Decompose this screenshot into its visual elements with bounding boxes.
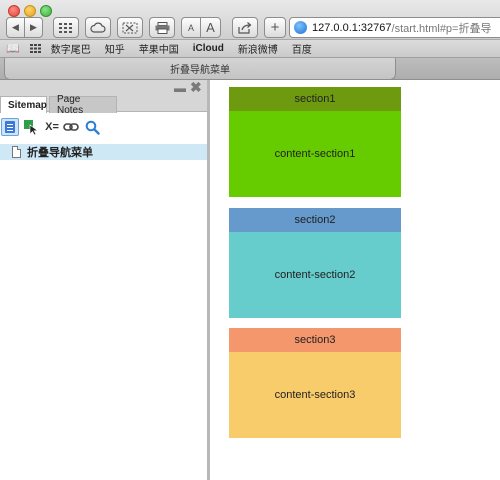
printer-icon xyxy=(155,21,169,34)
window-minimize-button[interactable] xyxy=(24,5,36,17)
tab-bar: 折叠导航菜单 xyxy=(0,58,500,80)
bookmark-item[interactable]: 苹果中国 xyxy=(139,41,179,56)
bookmark-item[interactable]: iCloud xyxy=(193,43,224,54)
tab-page-notes[interactable]: Page Notes xyxy=(49,94,117,116)
top-sites-button[interactable] xyxy=(53,17,79,38)
globe-icon xyxy=(294,21,307,34)
section-panel: section2 content-section2 xyxy=(229,208,401,318)
sitemap-page-label: 折叠导航菜单 xyxy=(27,147,93,159)
reading-list-icon[interactable]: 📖 xyxy=(6,42,20,55)
page-icon xyxy=(12,146,21,158)
browser-tab[interactable]: 折叠导航菜单 xyxy=(4,58,396,80)
new-tab-button[interactable]: + xyxy=(264,17,286,38)
bookmark-item[interactable]: 百度 xyxy=(292,41,312,56)
bookmark-item[interactable]: 数字尾巴 xyxy=(51,41,91,56)
share-button[interactable] xyxy=(232,17,258,38)
page-content: section1 content-section1 section2 conte… xyxy=(213,80,500,480)
tab-sitemap[interactable]: Sitemap xyxy=(0,96,47,113)
small-a-icon: A xyxy=(187,22,194,33)
highlight-interactive-icon[interactable] xyxy=(22,118,40,136)
url-host: 127.0.0.1:32767 xyxy=(312,21,392,34)
back-button[interactable]: ◀ xyxy=(6,17,25,38)
bookmarks-bar: 📖 数字尾巴 知乎 苹果中国 iCloud 新浪微博 百度 xyxy=(0,40,500,58)
bookmark-item[interactable]: 知乎 xyxy=(105,41,125,56)
forward-button[interactable]: ▶ xyxy=(24,17,43,38)
section-content: content-section1 xyxy=(229,111,401,197)
sitemap-page-item[interactable]: 折叠导航菜单 xyxy=(0,144,207,160)
print-button[interactable] xyxy=(149,17,175,38)
increase-text-size-button[interactable]: A xyxy=(200,17,221,38)
link-icon[interactable] xyxy=(62,118,80,136)
window-close-button[interactable] xyxy=(8,5,20,17)
bookmark-item[interactable]: 新浪微博 xyxy=(238,41,278,56)
forward-arrow-icon: ▶ xyxy=(30,22,37,32)
tab-title: 折叠导航菜单 xyxy=(170,65,230,76)
close-panel-icon[interactable]: ✖ xyxy=(190,79,202,96)
window-zoom-button[interactable] xyxy=(40,5,52,17)
section-panel: section3 content-section3 xyxy=(229,328,401,438)
search-icon[interactable] xyxy=(83,118,101,136)
web-clip-button[interactable] xyxy=(117,17,143,38)
minimize-panel-icon[interactable]: ▬ xyxy=(174,81,186,95)
section-content: content-section3 xyxy=(229,352,401,438)
icloud-tabs-button[interactable] xyxy=(85,17,111,38)
sitemap-panel: ▬ ✖ Sitemap Page Notes X= 折叠导航菜单 xyxy=(0,79,210,480)
top-sites-grid-icon[interactable] xyxy=(29,44,41,53)
cloud-icon xyxy=(90,22,106,33)
section-panel: section1 content-section1 xyxy=(229,87,401,197)
section-header[interactable]: section2 xyxy=(229,208,401,232)
section-content: content-section2 xyxy=(229,232,401,318)
share-icon xyxy=(238,21,252,34)
scissors-icon xyxy=(122,22,138,33)
panel-tab-strip: ▬ ✖ Sitemap Page Notes xyxy=(0,79,207,116)
browser-toolbar: ◀ ▶ A A + 127.0.0.1:32767 /start.html#p=… xyxy=(0,0,500,40)
large-a-icon: A xyxy=(206,20,215,35)
sitemap-toolbar: X= xyxy=(0,118,207,138)
pages-view-icon[interactable] xyxy=(1,118,19,136)
url-path: /start.html#p=折叠导 xyxy=(391,22,492,35)
plus-icon: + xyxy=(270,19,280,36)
decrease-text-size-button[interactable]: A xyxy=(181,17,201,38)
address-bar[interactable]: 127.0.0.1:32767/start.html#p=折叠导 xyxy=(289,17,500,38)
variables-icon[interactable]: X= xyxy=(42,118,62,136)
section-header[interactable]: section3 xyxy=(229,328,401,352)
section-header[interactable]: section1 xyxy=(229,87,401,111)
back-arrow-icon: ◀ xyxy=(12,22,19,32)
grid-icon xyxy=(59,22,72,33)
